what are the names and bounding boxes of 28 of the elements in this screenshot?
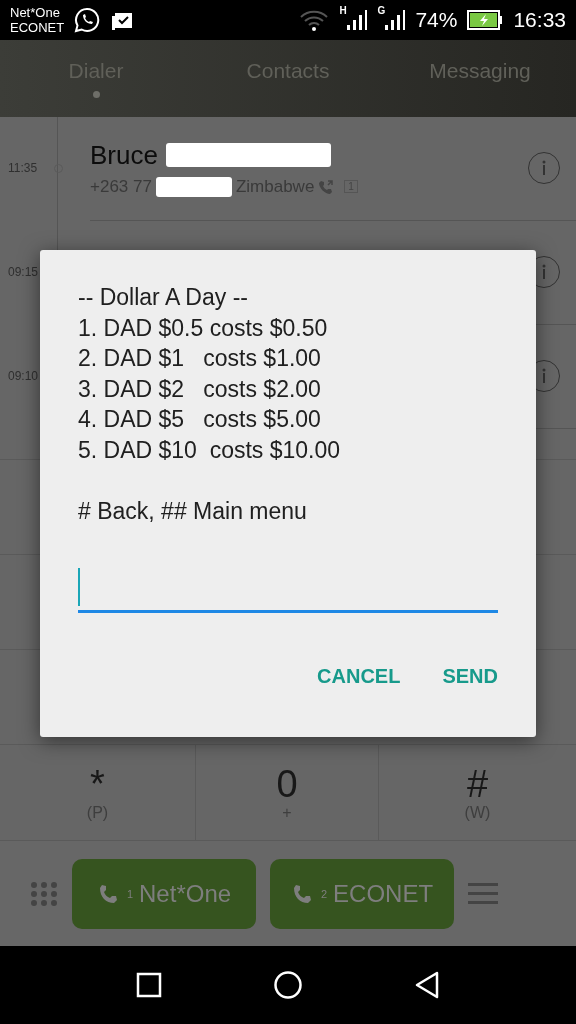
tab[interactable]: Messaging	[384, 39, 576, 117]
menu-icon[interactable]	[468, 882, 498, 905]
dialog-button[interactable]: CANCEL	[317, 665, 401, 688]
network-type-label: H	[339, 4, 347, 16]
outgoing-call-icon	[318, 178, 335, 195]
chat-bubble-icon	[74, 6, 101, 33]
battery-percent: 74%	[415, 7, 458, 32]
call-button[interactable]: $^{2}$ ECONET	[270, 858, 454, 929]
message-line: # Back, ## Main menu	[78, 496, 308, 526]
contact-name: Bruce	[90, 139, 158, 171]
message-line: 4. DAD $5 costs $5.00	[78, 405, 322, 434]
back-icon[interactable]	[414, 971, 441, 1000]
message-line: 1. DAD $0.5 costs $0.50	[78, 313, 329, 343]
call-button[interactable]: $^{1}$ Net*One	[72, 858, 256, 929]
dialog-button[interactable]: SEND	[442, 665, 498, 688]
keypad-grid-icon[interactable]	[30, 880, 58, 907]
network-type-label: G	[377, 4, 386, 16]
carrier-names: Net*One ECONET	[10, 4, 65, 35]
clock: 16:33	[513, 7, 566, 32]
home-icon[interactable]	[273, 970, 303, 1001]
recent-apps-icon[interactable]	[135, 972, 162, 999]
message-line: 3. DAD $2 costs $2.00	[78, 374, 322, 404]
message-line: -- Dollar A Day --	[78, 283, 249, 312]
message-line: 2. DAD $1 costs $1.00	[78, 344, 322, 373]
wifi-icon	[299, 8, 330, 31]
call-time: 11:35	[8, 161, 38, 176]
dial-key[interactable]: 0 +	[195, 745, 378, 841]
message-line: 5. DAD $10 costs $10.00	[78, 435, 342, 465]
